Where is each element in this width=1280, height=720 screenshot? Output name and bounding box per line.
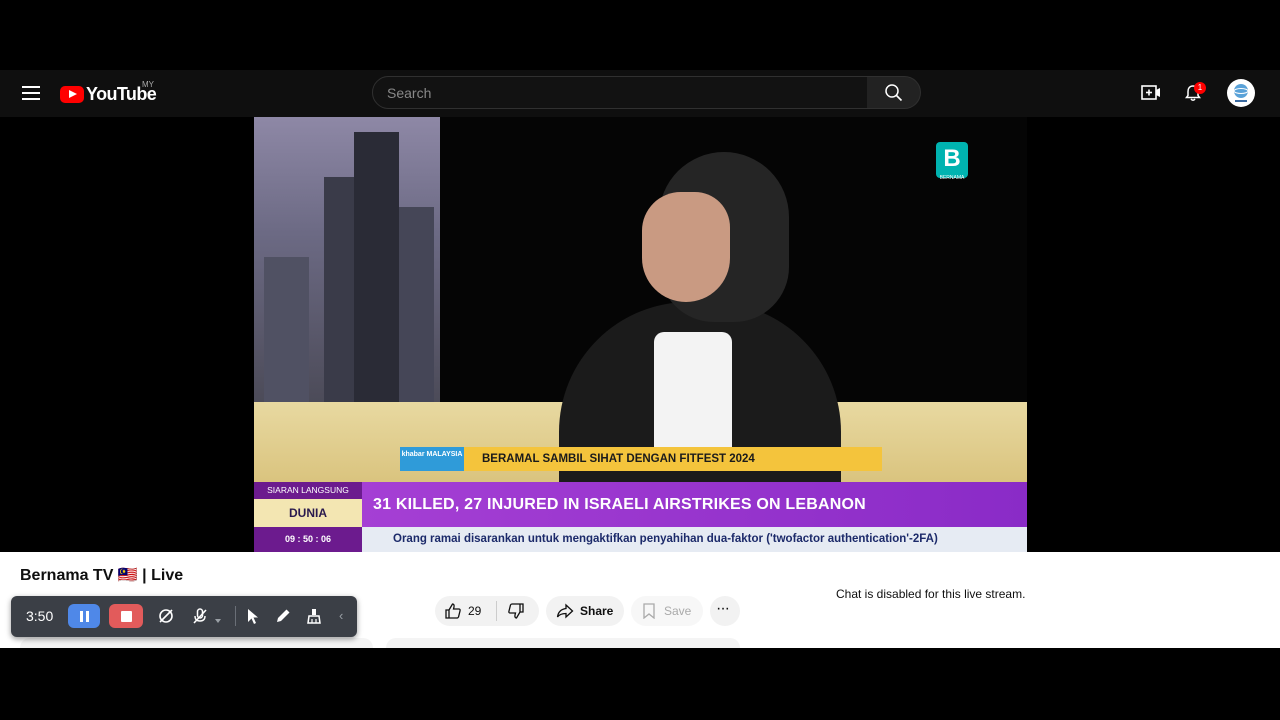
description-card — [20, 638, 373, 648]
related-card — [386, 638, 740, 648]
city-backdrop — [254, 117, 440, 407]
share-label: Share — [580, 604, 614, 618]
recording-timer: 3:50 — [26, 608, 54, 624]
collapse-chevron-icon[interactable]: ‹ — [339, 608, 343, 623]
mic-off-icon[interactable] — [191, 607, 209, 625]
segment-headline: BERAMAL SAMBIL SIHAT DENGAN FITFEST 2024 — [482, 453, 755, 465]
more-actions-icon: ··· — [716, 600, 730, 617]
like-button[interactable] — [444, 602, 462, 620]
bookmark-icon — [643, 603, 655, 619]
stop-recording-button[interactable] — [109, 604, 143, 628]
eraser-icon[interactable] — [305, 607, 323, 625]
bernama-logo: B — [936, 142, 968, 178]
create-video-icon[interactable] — [1141, 84, 1161, 102]
country-code: MY — [142, 80, 154, 89]
search-icon — [885, 84, 903, 102]
video-player[interactable]: B BERNAMA khabar MALAYSIA BERAMAL SAMBIL… — [254, 117, 1027, 552]
presenter-face — [642, 192, 730, 302]
broadcast-clock: 09 : 50 : 06 — [254, 527, 362, 552]
video-title: Bernama TV 🇲🇾 | Live — [20, 567, 184, 584]
search-button[interactable] — [867, 76, 921, 109]
save-label: Save — [664, 604, 692, 618]
youtube-play-icon — [60, 85, 84, 103]
search-input[interactable]: Search — [372, 76, 868, 109]
khabar-malaysia-logo: khabar MALAYSIA — [400, 447, 464, 471]
like-count: 29 — [468, 604, 482, 618]
news-ticker: Orang ramai disarankan untuk mengaktifka… — [393, 533, 938, 545]
notification-badge: 1 — [1194, 82, 1206, 94]
pause-recording-button[interactable] — [68, 604, 100, 628]
presenter-shirt — [654, 332, 732, 452]
cursor-icon[interactable] — [244, 607, 262, 625]
pen-icon[interactable] — [274, 607, 292, 625]
live-label: SIARAN LANGSUNG — [254, 482, 362, 499]
account-avatar[interactable] — [1227, 79, 1255, 107]
mic-dropdown-icon[interactable] — [214, 612, 222, 623]
thumbs-down-icon — [508, 603, 524, 619]
section-label: DUNIA — [254, 499, 362, 527]
dislike-button[interactable] — [507, 602, 525, 620]
share-icon — [556, 603, 574, 619]
toolbar-divider — [235, 606, 236, 626]
chat-disabled-message: Chat is disabled for this live stream. — [836, 587, 1026, 601]
camera-off-icon[interactable] — [157, 607, 175, 625]
breaking-headline: 31 KILLED, 27 INJURED IN ISRAELI AIRSTRI… — [373, 496, 866, 513]
thumbs-up-icon — [445, 603, 461, 619]
bernama-logo-caption: BERNAMA — [939, 175, 965, 181]
like-divider — [496, 601, 497, 621]
menu-icon[interactable] — [22, 85, 40, 101]
